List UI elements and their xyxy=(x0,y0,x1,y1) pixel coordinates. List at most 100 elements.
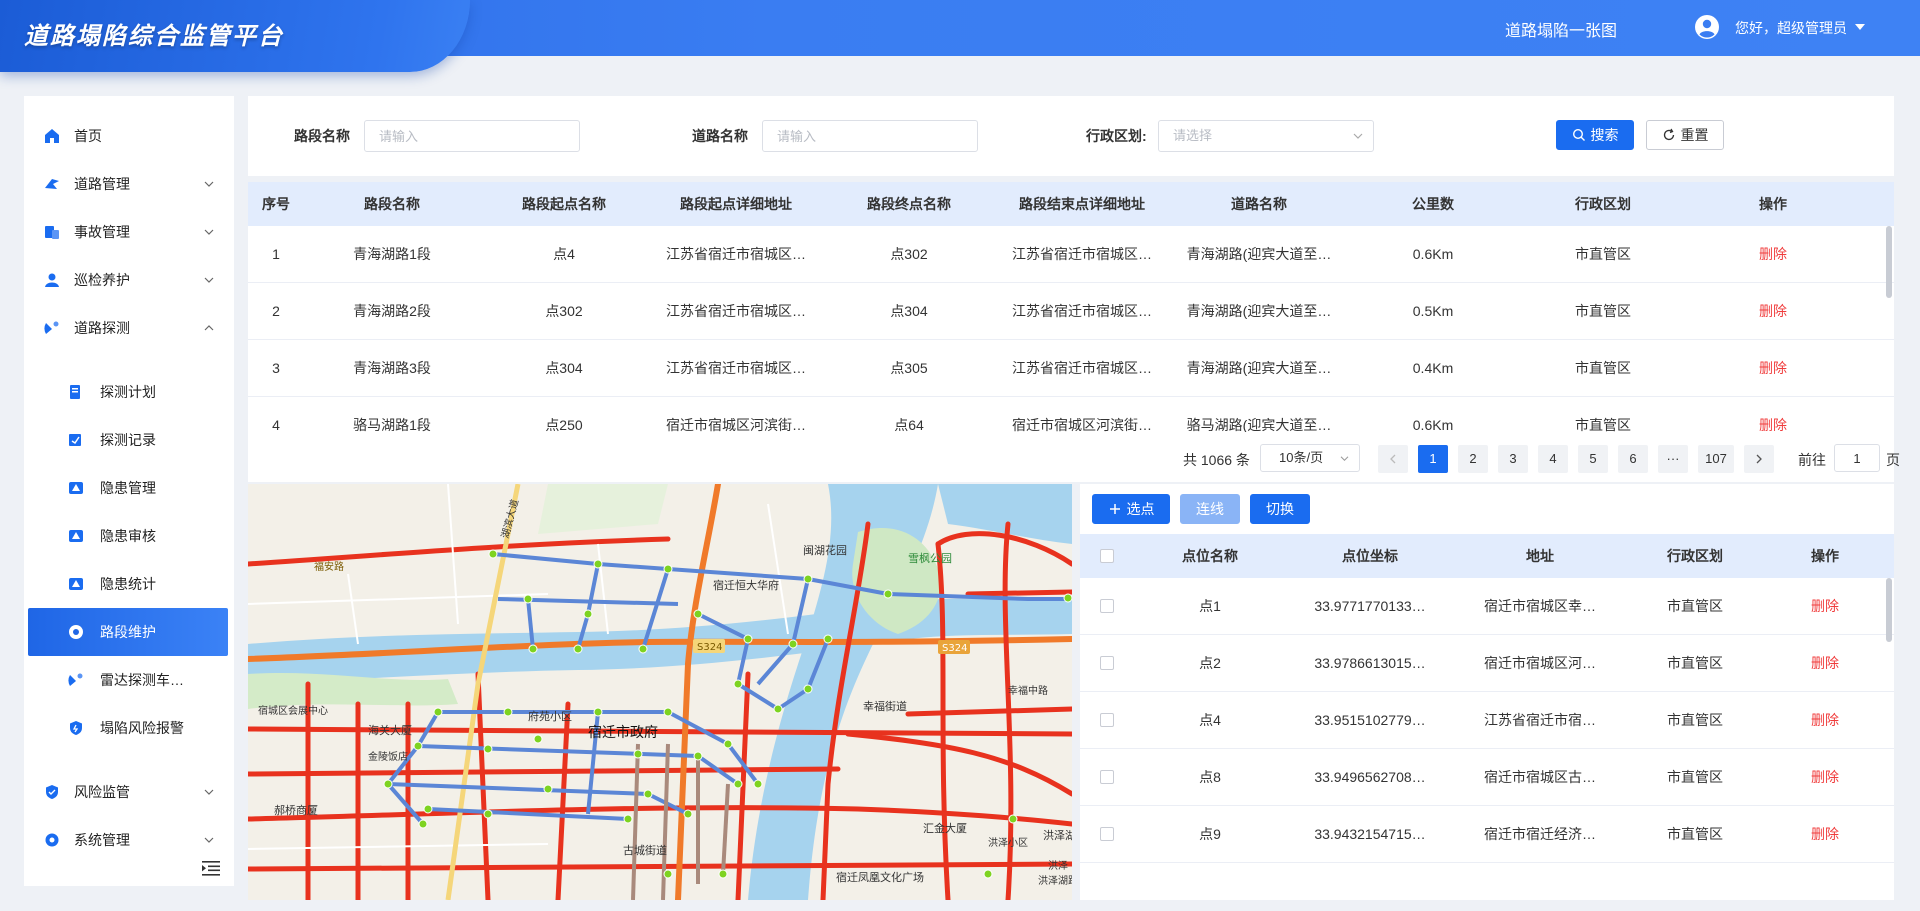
sidebar-item-detection-record[interactable]: 探测记录 xyxy=(24,420,234,460)
sidebar-item-collapse-risk-alarm[interactable]: 塌陷风险报警 xyxy=(24,708,234,748)
delete-link[interactable]: 删除 xyxy=(1688,283,1858,340)
table-row[interactable]: 3 青海湖路3段 点304 江苏省宿迁市宿城区… 点305 江苏省宿迁市宿城区…… xyxy=(248,340,1894,397)
reset-button[interactable]: 重置 xyxy=(1646,120,1724,150)
goto-label: 前往 xyxy=(1798,452,1826,468)
cell-district: 市直管区 xyxy=(1667,598,1723,614)
column-header: 路段起点名称 xyxy=(522,196,606,212)
user-menu-caret-icon[interactable] xyxy=(1855,24,1865,30)
select-all-checkbox[interactable] xyxy=(1100,549,1114,563)
cell-end-address: 宿迁市宿城区河滨街… xyxy=(1012,417,1152,432)
cell-point-address: 江苏省宿迁市宿… xyxy=(1484,712,1596,728)
road-name-input[interactable] xyxy=(762,120,978,152)
points-panel: 选点 连线 切换 点位名称 点位坐标 地址 行政区划 操作 点1 33.9771… xyxy=(1080,484,1894,900)
sidebar: 首页 道路管理 事故管理 巡检养护 道路探测 探测计划 探测记录 隐患管理 隐患… xyxy=(24,96,234,886)
user-avatar-icon[interactable] xyxy=(1694,14,1720,40)
column-header: 地址 xyxy=(1526,548,1554,564)
map-label: 宿迁恒大华府 xyxy=(713,578,779,592)
column-header: 点位名称 xyxy=(1182,548,1238,564)
collapse-sidebar-icon[interactable] xyxy=(202,860,220,876)
refresh-icon xyxy=(1663,128,1674,141)
road-map[interactable]: 宿迁市政府 宿迁恒大华府 闽湖花园 雪枫公园 幸福街道 S324 府苑小区 海关… xyxy=(248,484,1072,900)
cell-segment-name: 青海湖路1段 xyxy=(353,246,431,262)
page-button[interactable]: 3 xyxy=(1498,445,1528,473)
delete-link[interactable]: 删除 xyxy=(1770,635,1880,692)
delete-link[interactable]: 删除 xyxy=(1770,806,1880,863)
map-label: 府苑小区 xyxy=(528,709,572,723)
shield-check-icon xyxy=(46,785,58,799)
table-row[interactable]: 点2 33.9786613015… 宿迁市宿城区河… 市直管区 删除 xyxy=(1080,635,1894,692)
page-button[interactable]: 4 xyxy=(1538,445,1568,473)
cell-end-address: 江苏省宿迁市宿城区… xyxy=(1012,246,1152,262)
delete-link[interactable]: 删除 xyxy=(1688,226,1858,283)
district-select[interactable]: 请选择 xyxy=(1158,120,1374,152)
sidebar-item-label: 隐患管理 xyxy=(100,480,156,496)
sidebar-item-accident-management[interactable]: 事故管理 xyxy=(24,212,234,252)
prev-page-button[interactable] xyxy=(1378,445,1408,473)
delete-link[interactable]: 删除 xyxy=(1688,340,1858,397)
sidebar-item-hazard-management[interactable]: 隐患管理 xyxy=(24,468,234,508)
table-row[interactable]: 点4 33.9515102779… 江苏省宿迁市宿… 市直管区 删除 xyxy=(1080,692,1894,749)
segment-name-input[interactable] xyxy=(364,120,580,152)
map-label: 洪泽湖路 xyxy=(1038,874,1072,887)
table-row[interactable]: 1 青海湖路1段 点4 江苏省宿迁市宿城区… 点302 江苏省宿迁市宿城区… 青… xyxy=(248,226,1894,283)
goto-page-input[interactable] xyxy=(1834,444,1880,472)
table-scrollbar[interactable] xyxy=(1886,226,1892,298)
row-checkbox[interactable] xyxy=(1100,770,1114,784)
sidebar-item-segment-maintenance[interactable]: 路段维护 xyxy=(28,608,228,656)
search-button[interactable]: 搜索 xyxy=(1556,120,1634,150)
sidebar-item-home[interactable]: 首页 xyxy=(24,116,234,156)
sidebar-item-detection-plan[interactable]: 探测计划 xyxy=(24,372,234,412)
warning-icon xyxy=(69,482,83,494)
column-header: 路段结束点详细地址 xyxy=(1019,196,1145,212)
page-button[interactable]: 1 xyxy=(1418,445,1448,473)
search-button-label: 搜索 xyxy=(1590,127,1619,143)
table-row[interactable]: 点8 33.9496562708… 宿迁市宿城区古… 市直管区 删除 xyxy=(1080,749,1894,806)
cell-km: 0.5Km xyxy=(1412,303,1454,319)
page-button[interactable]: 6 xyxy=(1618,445,1648,473)
row-checkbox[interactable] xyxy=(1100,599,1114,613)
row-checkbox[interactable] xyxy=(1100,713,1114,727)
table-row[interactable]: 点9 33.9432154715… 宿迁市宿迁经济… 市直管区 删除 xyxy=(1080,806,1894,863)
page-button[interactable]: 107 xyxy=(1698,445,1734,473)
cell-no: 3 xyxy=(272,360,280,376)
segment-name-label: 路段名称 xyxy=(294,128,350,144)
row-checkbox[interactable] xyxy=(1100,656,1114,670)
map-label: 古城街道 xyxy=(623,843,667,857)
app-title: 道路塌陷综合监管平台 xyxy=(24,23,284,50)
sidebar-item-road-detection[interactable]: 道路探测 xyxy=(24,308,234,348)
map-canvas[interactable]: 宿迁市政府 宿迁恒大华府 闽湖花园 雪枫公园 幸福街道 S324 府苑小区 海关… xyxy=(248,484,1072,900)
user-greeting[interactable]: 您好，超级管理员 xyxy=(1735,18,1847,38)
delete-link[interactable]: 删除 xyxy=(1770,692,1880,749)
page-size-select[interactable]: 10条/页 xyxy=(1260,444,1360,472)
sidebar-item-inspection[interactable]: 巡检养护 xyxy=(24,260,234,300)
sidebar-item-label: 巡检养护 xyxy=(74,272,130,288)
map-label: 宿迁市政府 xyxy=(588,724,658,741)
next-page-button[interactable] xyxy=(1744,445,1774,473)
sidebar-item-road-management[interactable]: 道路管理 xyxy=(24,164,234,204)
table-row[interactable]: 2 青海湖路2段 点302 江苏省宿迁市宿城区… 点304 江苏省宿迁市宿城区…… xyxy=(248,283,1894,340)
sidebar-item-risk-supervision[interactable]: 风险监管 xyxy=(24,772,234,812)
cell-km: 0.6Km xyxy=(1412,417,1454,432)
sidebar-item-hazard-review[interactable]: 隐患审核 xyxy=(24,516,234,556)
switch-button[interactable]: 切换 xyxy=(1250,494,1310,524)
sidebar-item-radar-vehicle[interactable]: 雷达探测车… xyxy=(24,660,234,700)
overview-map-link[interactable]: 道路塌陷一张图 xyxy=(1505,17,1617,41)
row-checkbox[interactable] xyxy=(1100,827,1114,841)
delete-link[interactable]: 删除 xyxy=(1770,749,1880,806)
page-button[interactable]: 2 xyxy=(1458,445,1488,473)
column-header: 路段名称 xyxy=(364,196,420,212)
select-point-button[interactable]: 选点 xyxy=(1092,494,1170,524)
map-label: 洪泽 xyxy=(1048,860,1068,872)
table-row[interactable]: 点1 33.9771770133… 宿迁市宿城区幸… 市直管区 删除 xyxy=(1080,578,1894,635)
table-row[interactable]: 4 骆马湖路1段 点250 宿迁市宿城区河滨街… 点64 宿迁市宿城区河滨街… … xyxy=(248,397,1894,432)
delete-link[interactable]: 删除 xyxy=(1770,578,1880,635)
column-header: 点位坐标 xyxy=(1342,548,1398,564)
points-table-scrollbar[interactable] xyxy=(1886,578,1892,642)
more-pages-button[interactable]: ··· xyxy=(1658,445,1688,473)
delete-link[interactable]: 删除 xyxy=(1688,397,1858,432)
cell-point-coordinate: 33.9496562708… xyxy=(1314,769,1426,785)
sidebar-item-system-management[interactable]: 系统管理 xyxy=(24,820,234,860)
page-button[interactable]: 5 xyxy=(1578,445,1608,473)
connect-line-button[interactable]: 连线 xyxy=(1180,494,1240,524)
sidebar-item-hazard-statistics[interactable]: 隐患统计 xyxy=(24,564,234,604)
